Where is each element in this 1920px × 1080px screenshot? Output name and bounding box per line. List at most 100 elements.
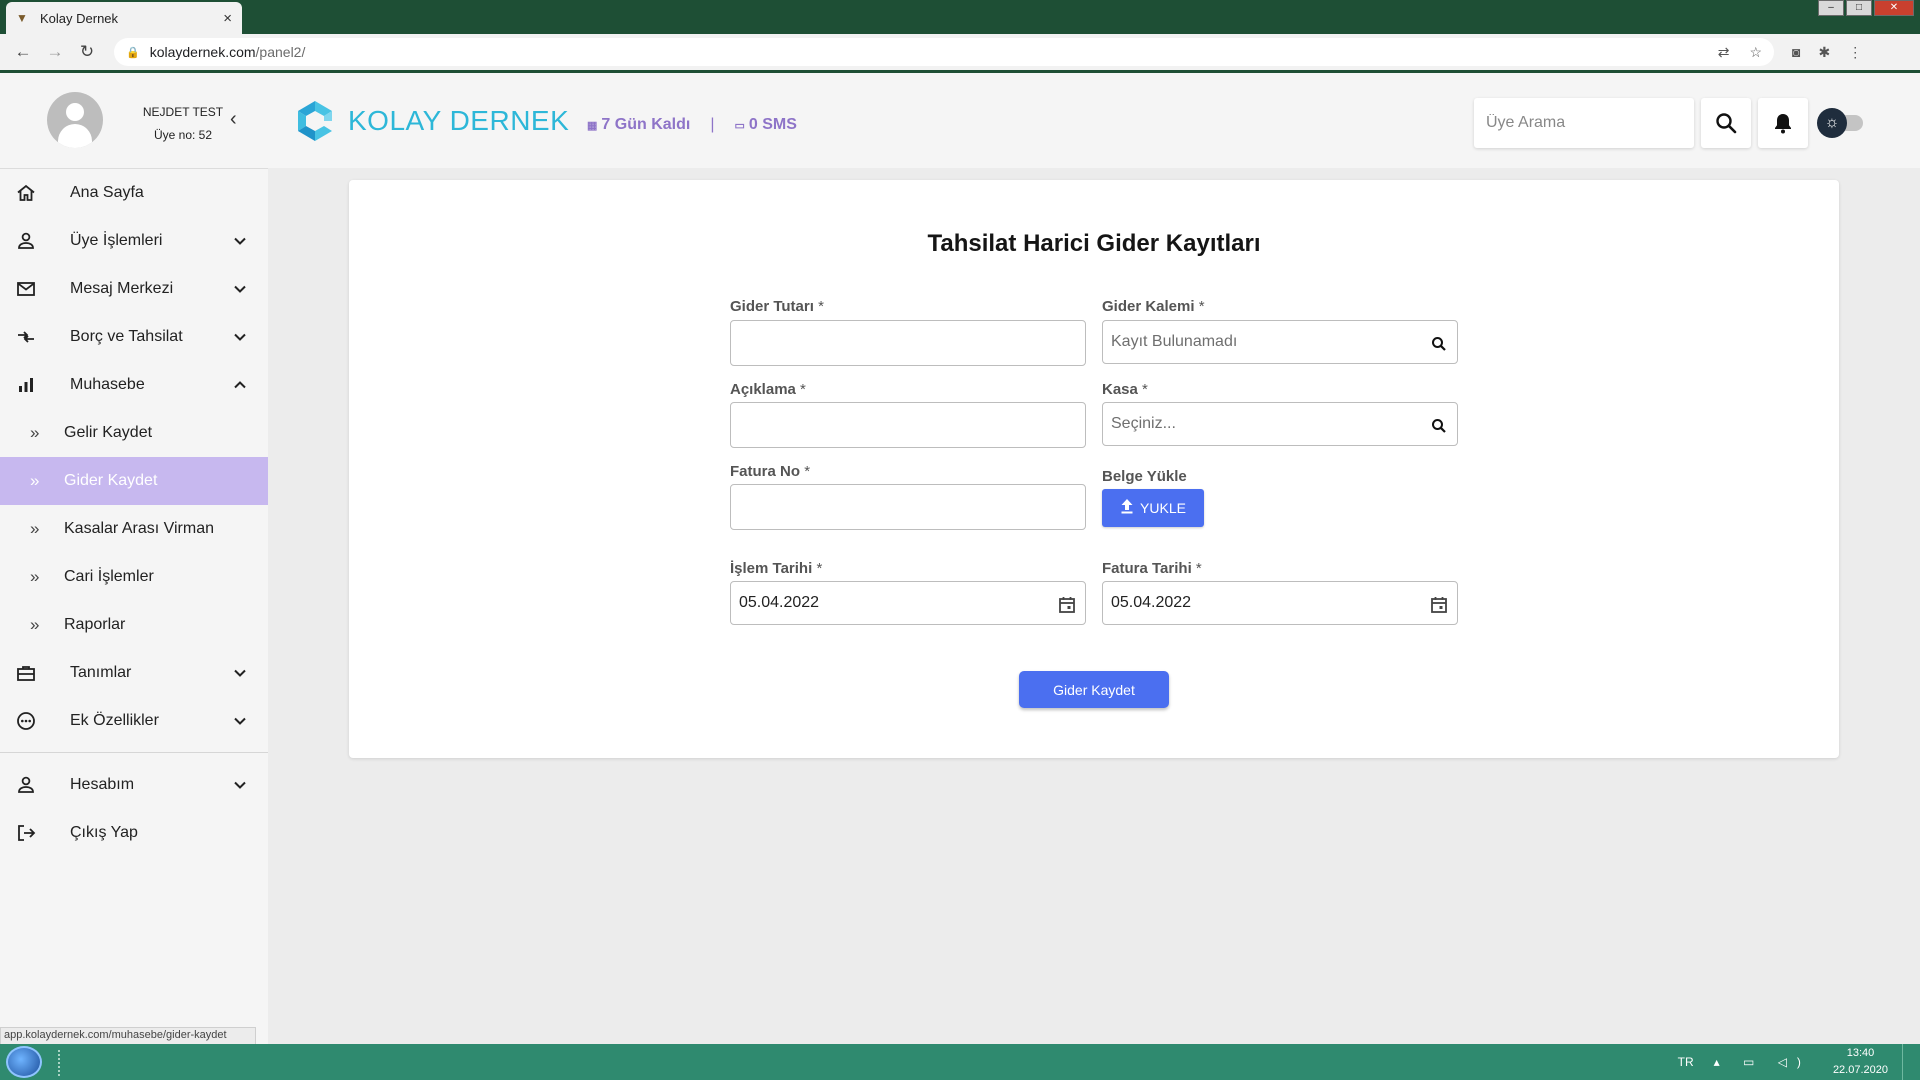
- camera-icon[interactable]: ◙: [1792, 44, 1800, 61]
- sidebar-item-label: Tanımlar: [70, 664, 132, 681]
- bookmark-star-icon[interactable]: ☆: [1749, 44, 1762, 61]
- invoice-no-field: [730, 484, 1086, 530]
- bar-chart-icon: [15, 374, 37, 396]
- sidebar-item-mesaj-merkezi[interactable]: Mesaj Merkezi: [0, 265, 268, 313]
- window-controls: – □ ✕: [1818, 0, 1914, 16]
- sidebar-item-ana-sayfa[interactable]: Ana Sayfa: [0, 169, 268, 217]
- avatar[interactable]: [47, 92, 103, 148]
- person-icon: [15, 774, 37, 796]
- language-indicator[interactable]: TR: [1678, 1055, 1694, 1069]
- member-search-input[interactable]: [1474, 98, 1694, 148]
- reload-icon[interactable]: ↻: [74, 42, 100, 62]
- clock[interactable]: 13:40 22.07.2020: [1833, 1045, 1888, 1079]
- upload-button[interactable]: YUKLE: [1102, 489, 1204, 527]
- sidebar-item-borc-tahsilat[interactable]: Borç ve Tahsilat: [0, 313, 268, 361]
- os-taskbar: TR ▴ ▭ ◁) 13:40 22.07.2020: [0, 1044, 1920, 1080]
- user-area: NEJDET TEST Üye no: 52 ‹: [0, 73, 268, 168]
- chevron-down-icon: [231, 232, 249, 250]
- start-button[interactable]: [6, 1046, 42, 1078]
- tray-icons[interactable]: ▴ ▭ ◁): [1714, 1055, 1811, 1069]
- required-mark: *: [1142, 381, 1148, 398]
- browser-titlebar: ▼ Kolay Dernek × – □ ✕: [0, 0, 1920, 34]
- invoice-date-input[interactable]: [1103, 582, 1457, 624]
- extensions-icon[interactable]: ✱: [1818, 44, 1830, 61]
- invoice-date-label-text: Fatura Tarihi: [1102, 560, 1192, 577]
- sidebar-subitem-kasalar-arasi-virman[interactable]: » Kasalar Arası Virman: [0, 505, 268, 553]
- person-icon: [15, 230, 37, 252]
- double-chevron-icon: »: [30, 423, 40, 442]
- show-desktop-button[interactable]: [1902, 1044, 1912, 1080]
- forward-icon[interactable]: →: [42, 42, 68, 62]
- double-chevron-icon: »: [30, 519, 40, 538]
- sidebar-subitem-cari-islemler[interactable]: » Cari İşlemler: [0, 553, 268, 601]
- sidebar-subitem-gelir-kaydet[interactable]: » Gelir Kaydet: [0, 409, 268, 457]
- transaction-date-field: [730, 581, 1086, 625]
- maximize-button[interactable]: □: [1846, 0, 1872, 16]
- sidebar-subitem-gider-kaydet[interactable]: » Gider Kaydet: [0, 457, 268, 505]
- description-field: [730, 402, 1086, 448]
- clock-date: 22.07.2020: [1832, 1064, 1888, 1076]
- sidebar-item-label: Hesabım: [70, 776, 135, 793]
- amount-input[interactable]: [731, 321, 1085, 365]
- more-circle-icon: [15, 710, 37, 732]
- search-button[interactable]: [1701, 98, 1751, 148]
- sidebar-item-label: Raporlar: [64, 616, 126, 633]
- cashbox-input[interactable]: [1103, 403, 1457, 445]
- sidebar-item-cikis-yap[interactable]: Çıkış Yap: [0, 809, 268, 857]
- back-icon[interactable]: ←: [10, 42, 36, 62]
- transfer-icon: [15, 326, 37, 348]
- clock-time: 13:40: [1846, 1047, 1875, 1059]
- days-left-text: 7 Gün Kaldı: [601, 116, 691, 133]
- chevron-down-icon: [231, 280, 249, 298]
- cashbox-label: Kasa *: [1102, 381, 1148, 398]
- calendar-icon[interactable]: [1057, 595, 1077, 615]
- category-input[interactable]: [1103, 321, 1457, 363]
- browser-menu-icon[interactable]: ⋮: [1848, 44, 1862, 61]
- minimize-button[interactable]: –: [1818, 0, 1844, 16]
- logo-icon: [298, 101, 332, 141]
- search-icon[interactable]: [1429, 416, 1449, 436]
- sidebar-item-label: Cari İşlemler: [64, 568, 154, 585]
- chevron-down-icon: [231, 776, 249, 794]
- invoice-no-label: Fatura No *: [730, 463, 810, 480]
- user-number: Üye no: 52: [153, 128, 213, 142]
- notifications-button[interactable]: [1758, 98, 1808, 148]
- theme-toggle[interactable]: ☼: [1817, 108, 1867, 138]
- required-mark: *: [816, 560, 823, 577]
- translate-icon[interactable]: ⇄: [1718, 44, 1730, 61]
- category-field: [1102, 320, 1458, 364]
- invoice-no-input[interactable]: [731, 485, 1085, 529]
- upload-icon: [1120, 498, 1134, 518]
- transaction-date-input[interactable]: [731, 582, 1085, 624]
- sun-icon: ☼: [1817, 108, 1847, 138]
- url-field[interactable]: 🔒 kolaydernek.com /panel2/ ⇄ ☆: [114, 38, 1774, 66]
- transaction-date-label-text: İşlem Tarihi: [730, 560, 813, 577]
- sidebar-item-label: Gelir Kaydet: [64, 424, 153, 441]
- required-mark: *: [800, 381, 806, 398]
- double-chevron-icon: »: [30, 615, 40, 634]
- search-icon[interactable]: [1429, 334, 1449, 354]
- chevron-down-icon: [231, 328, 249, 346]
- sidebar-item-label: Üye İşlemleri: [70, 232, 163, 249]
- logo[interactable]: KOLAY DERNEK: [294, 99, 569, 143]
- sidebar: Ana Sayfa Üye İşlemleri Mesaj Merkezi Bo…: [0, 168, 268, 1044]
- logo-text: KOLAY DERNEK: [348, 105, 570, 136]
- window-close-button[interactable]: ✕: [1874, 0, 1914, 16]
- calendar-icon[interactable]: [1429, 595, 1449, 615]
- sidebar-item-tanimlar[interactable]: Tanımlar: [0, 649, 268, 697]
- sidebar-item-ek-ozellikler[interactable]: Ek Özellikler: [0, 697, 268, 745]
- taskbar-grip: [58, 1050, 64, 1076]
- sidebar-item-uye-islemleri[interactable]: Üye İşlemleri: [0, 217, 268, 265]
- bell-icon: [1775, 114, 1791, 134]
- description-input[interactable]: [731, 403, 1085, 447]
- sidebar-collapse-icon[interactable]: ‹: [230, 108, 237, 131]
- sidebar-item-label: Çıkış Yap: [70, 824, 138, 841]
- sidebar-item-hesabim[interactable]: Hesabım: [0, 761, 268, 809]
- save-expense-button[interactable]: Gider Kaydet: [1019, 671, 1169, 708]
- category-label: Gider Kalemi *: [1102, 298, 1205, 315]
- sidebar-item-muhasebe[interactable]: Muhasebe: [0, 361, 268, 409]
- sidebar-subitem-raporlar[interactable]: » Raporlar: [0, 601, 268, 649]
- cashbox-label-text: Kasa: [1102, 381, 1138, 398]
- tab-close-icon[interactable]: ×: [223, 10, 232, 27]
- browser-tab[interactable]: ▼ Kolay Dernek ×: [6, 2, 242, 34]
